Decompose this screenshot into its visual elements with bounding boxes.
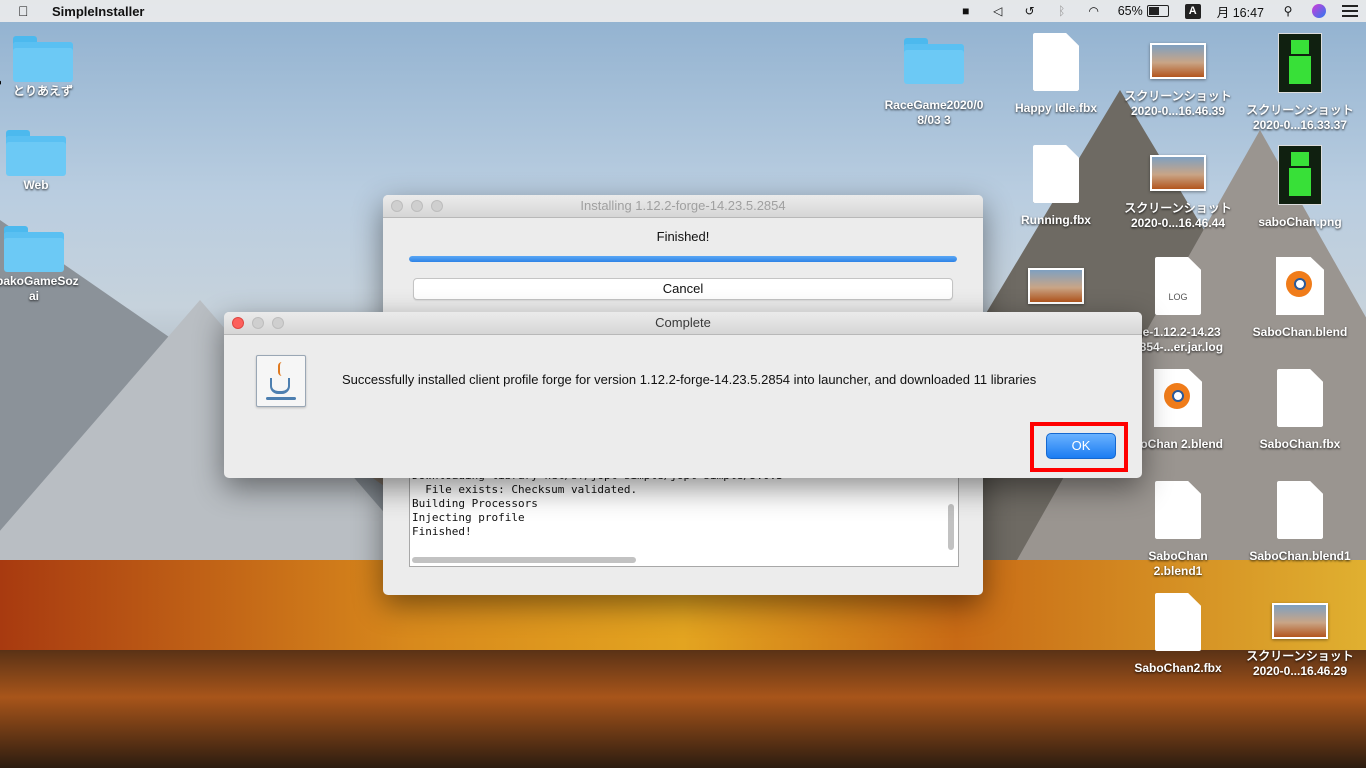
installer-titlebar[interactable]: Installing 1.12.2-forge-14.23.5.2854 [383,195,983,218]
zoom-icon[interactable] [431,200,443,212]
wifi-icon[interactable]: ◠ [1086,4,1102,18]
document-icon [1033,33,1079,91]
desktop-item-label: SaboChan.blend1 [1249,549,1351,563]
folder-icon [904,38,964,84]
apple-icon[interactable]:  [18,3,38,19]
desktop-item-label: Web [23,178,49,192]
dialog-titlebar[interactable]: Complete [224,312,1142,335]
desktop-item[interactable]: スクリーンショット 2020-0...16.46.39 [1118,33,1238,119]
log-line: File exists: Checksum validated. [412,483,638,496]
desktop-item[interactable]: Web [0,130,96,193]
screenshot-thumbnail-icon [1272,603,1328,639]
desktop-item-label: とりあえず [12,84,73,98]
installer-status: Finished! [656,229,710,244]
desktop-item[interactable]: SaboChan.fbx [1240,369,1360,452]
search-icon[interactable]: ⚲ [1280,4,1296,18]
desktop-item[interactable]: RaceGame2020/0 8/03 3 [874,38,994,128]
folder-icon [4,226,64,272]
desktop-item-label: RaceGame2020/0 8/03 3 [884,98,984,127]
log-line: Building Processors [412,497,538,510]
input-source-icon[interactable]: A [1184,3,1201,19]
facetime-icon[interactable]: ■ [958,4,974,18]
desktop-item[interactable]: abakoGameSoz ai [0,226,94,304]
bluetooth-icon[interactable]: ᛒ [1054,4,1070,18]
notification-center-icon[interactable] [1342,5,1358,17]
ok-button[interactable]: OK [1046,433,1116,459]
screenshot-thumbnail-icon [1150,155,1206,191]
document-icon [1155,593,1201,651]
screenshot-thumbnail-icon [1028,268,1084,304]
image-thumbnail-icon [1278,33,1322,93]
document-icon [1033,145,1079,203]
desktop-item[interactable]: ↗ とりあえず [0,36,103,99]
minimize-icon[interactable] [252,317,264,329]
unity-icon[interactable]: ◁ [990,4,1006,18]
desktop-item-label: スクリーンショット 2020-0...16.46.29 [1246,649,1354,678]
install-log[interactable]: Downloading library net/sf/jopt-simple/j… [409,477,959,567]
dialog-title: Complete [655,315,711,330]
cancel-button[interactable]: Cancel [413,278,953,300]
document-icon [1155,481,1201,539]
desktop-item-label: saboChan.png [1258,215,1342,229]
desktop-item[interactable]: Happy Idle.fbx [996,33,1116,116]
screenshot-thumbnail-icon [1150,43,1206,79]
desktop-item[interactable]: スクリーンショット 2020-0...16.46.44 [1118,145,1238,231]
desktop-item[interactable] [996,258,1116,314]
desktop-item-label: SaboChan2.fbx [1134,661,1222,675]
image-thumbnail-icon [1278,145,1322,205]
desktop-item-label: SaboChan.fbx [1259,437,1341,451]
clock[interactable]: 月 16:47 [1217,2,1264,21]
desktop-item-label: スクリーンショット 2020-0...16.33.37 [1246,103,1354,132]
desktop-item-label: スクリーンショット 2020-0...16.46.44 [1124,201,1232,230]
app-menu[interactable]: SimpleInstaller [52,4,144,19]
desktop-item-label: Happy Idle.fbx [1014,101,1097,115]
desktop-item[interactable]: SaboChan.blend1 [1240,481,1360,564]
siri-icon[interactable] [1312,4,1326,18]
window-controls [391,200,443,212]
installer-title: Installing 1.12.2-forge-14.23.5.2854 [580,198,786,213]
blender-file-icon [1154,369,1202,427]
close-icon[interactable] [391,200,403,212]
blender-file-icon [1276,257,1324,315]
log-line: Injecting profile [412,511,525,524]
vertical-scrollbar[interactable] [948,504,954,550]
alias-arrow-icon: ↗ [0,78,2,93]
desktop-item[interactable]: SaboChan 2.blend1 [1118,481,1238,579]
window-controls [232,317,284,329]
desktop-item[interactable]: スクリーンショット 2020-0...16.46.29 [1240,593,1360,679]
document-icon [1277,481,1323,539]
desktop-item[interactable]: saboChan.png [1240,145,1360,230]
time-machine-icon[interactable]: ↺ [1022,4,1038,18]
desktop-item[interactable]: Running.fbx [996,145,1116,228]
java-icon [256,355,306,407]
desktop-item-label: スクリーンショット 2020-0...16.46.39 [1124,89,1232,118]
close-icon[interactable] [232,317,244,329]
document-icon [1277,369,1323,427]
horizontal-scrollbar[interactable] [412,557,636,563]
minimize-icon[interactable] [411,200,423,212]
progress-bar [409,256,957,262]
folder-icon [6,130,66,176]
desktop-item-label: SaboChan.blend [1252,325,1348,339]
install-log-text: Downloading library net/sf/jopt-simple/j… [410,478,783,539]
battery-percent: 65% [1117,4,1143,18]
battery-status[interactable]: 65% [1118,4,1169,18]
folder-icon [13,36,73,82]
battery-icon [1146,5,1169,17]
log-file-icon: LOG [1155,257,1201,315]
desktop-item-label: Running.fbx [1021,213,1091,227]
desktop-item[interactable]: SaboChan2.fbx [1118,593,1238,676]
dialog-message: Successfully installed client profile fo… [342,372,1037,387]
menu-bar-extras: ■ ◁ ↺ ᛒ ◠ 65% A 月 16:47 ⚲ [950,0,1366,22]
zoom-icon[interactable] [272,317,284,329]
complete-dialog: Complete Successfully installed client p… [224,312,1142,478]
desktop-item-label: SaboChan 2.blend1 [1148,549,1208,578]
desktop-item-label: abakoGameSoz ai [0,274,79,303]
progress-bar-fill [409,256,957,262]
desktop-item[interactable]: スクリーンショット 2020-0...16.33.37 [1240,33,1360,133]
log-line: Finished! [412,525,472,538]
dialog-body: Successfully installed client profile fo… [224,335,1142,478]
menu-bar:  SimpleInstaller ■ ◁ ↺ ᛒ ◠ 65% A 月 16:4… [0,0,1366,22]
desktop-item[interactable]: SaboChan.blend [1240,257,1360,340]
